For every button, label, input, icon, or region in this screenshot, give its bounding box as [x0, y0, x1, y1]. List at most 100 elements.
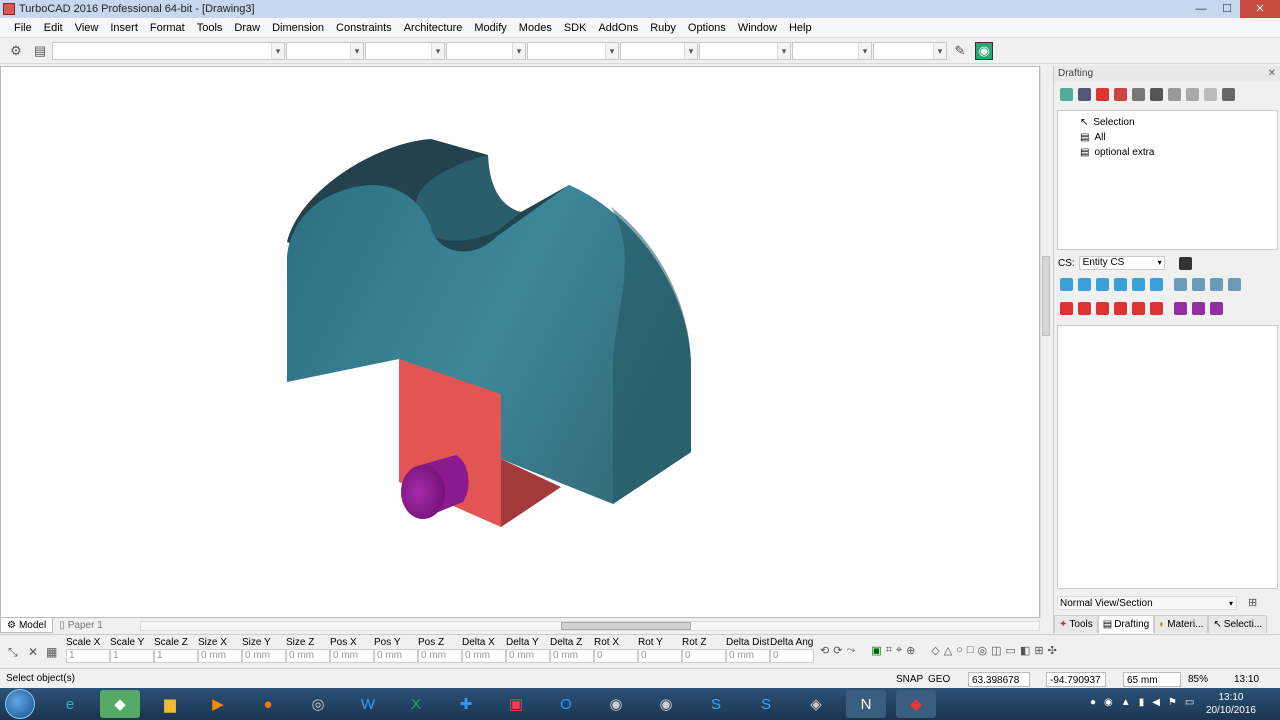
menu-dimension[interactable]: Dimension — [266, 18, 330, 38]
flag-icon[interactable]: ⚑ — [1168, 697, 1177, 708]
app-icon-5[interactable]: N — [846, 690, 886, 718]
tab-paper-1[interactable]: ▯ Paper 1 — [53, 618, 109, 633]
camera-icon[interactable] — [1178, 256, 1192, 270]
inspector-field-input[interactable]: 0 mm — [242, 649, 286, 663]
inspector-field-input[interactable]: 1 — [110, 649, 154, 663]
menu-draw[interactable]: Draw — [228, 18, 266, 38]
snap-icon-5[interactable]: ◇ — [931, 644, 939, 657]
firefox-icon[interactable]: ● — [248, 690, 288, 718]
tool-icon-c[interactable] — [1204, 88, 1217, 101]
taskbar-clock[interactable]: 13:10 20/10/2016 — [1206, 691, 1256, 717]
turbo-pdf-icon[interactable]: ▣ — [496, 690, 536, 718]
snap-icon-13[interactable]: ⊞ — [1034, 644, 1043, 657]
view-icon-8[interactable] — [1192, 278, 1205, 291]
view-icon-5[interactable] — [1132, 278, 1145, 291]
word-icon[interactable]: W — [348, 690, 388, 718]
view-icon-10[interactable] — [1228, 278, 1241, 291]
inspector-field-input[interactable]: 0 mm — [550, 649, 594, 663]
tab-drafting[interactable]: ▤ Drafting — [1097, 615, 1155, 633]
layer-combo[interactable] — [52, 42, 285, 60]
snap-icon-10[interactable]: ◫ — [991, 644, 1001, 657]
inspector-field-input[interactable]: 0 mm — [198, 649, 242, 663]
menu-help[interactable]: Help — [783, 18, 818, 38]
media-player-icon[interactable]: ▶ — [198, 690, 238, 718]
menu-modes[interactable]: Modes — [513, 18, 558, 38]
inspector-field-input[interactable]: 0 — [638, 649, 682, 663]
plus-icon[interactable] — [1132, 88, 1145, 101]
view-icon-7[interactable] — [1174, 278, 1187, 291]
view-icon-2[interactable] — [1078, 278, 1091, 291]
move-icon[interactable] — [1150, 88, 1163, 101]
inspector-field-input[interactable]: 0 mm — [374, 649, 418, 663]
snap-icon-9[interactable]: ◎ — [978, 644, 988, 657]
inspector-field-input[interactable]: 1 — [66, 649, 110, 663]
snap-icon-6[interactable]: △ — [944, 644, 952, 657]
section-icon-9[interactable] — [1210, 302, 1223, 315]
maximize-button[interactable]: ☐ — [1214, 0, 1240, 18]
section-icon-5[interactable] — [1132, 302, 1145, 315]
tray-icon-3[interactable]: ▲ — [1121, 697, 1131, 708]
tool-icon-b[interactable] — [1186, 88, 1199, 101]
section-icon-6[interactable] — [1150, 302, 1163, 315]
snap-icon-4[interactable]: ⊕ — [906, 644, 915, 657]
section-icon-8[interactable] — [1192, 302, 1205, 315]
close-button[interactable]: ✕ — [1240, 0, 1280, 18]
pen-style-combo[interactable] — [365, 42, 445, 60]
snap-icon-11[interactable]: ▭ — [1006, 644, 1016, 657]
drawing-canvas[interactable] — [0, 66, 1040, 618]
inspector-field-input[interactable]: 0 mm — [286, 649, 330, 663]
inspector-field-input[interactable]: 0 mm — [330, 649, 374, 663]
menu-file[interactable]: File — [8, 18, 38, 38]
app-icon-2[interactable]: ◎ — [298, 690, 338, 718]
turbocad-2016-icon-1[interactable]: ◉ — [596, 690, 636, 718]
settings-icon[interactable]: ⚙ — [7, 42, 25, 60]
delete-icon[interactable] — [1096, 88, 1109, 101]
color-combo[interactable] — [286, 42, 364, 60]
vertical-scrollbar[interactable] — [1040, 66, 1050, 618]
vertical-scroll-thumb[interactable] — [1042, 256, 1050, 336]
skype-icon-1[interactable]: S — [696, 690, 736, 718]
tab-materials[interactable]: ◐ Materi... — [1154, 615, 1209, 633]
inspector-field-input[interactable]: 0 mm — [726, 649, 770, 663]
palette-close-icon[interactable]: ✕ — [1268, 68, 1276, 79]
edit-icon[interactable] — [1078, 88, 1091, 101]
scale-combo[interactable] — [699, 42, 791, 60]
snap-icon-8[interactable]: □ — [967, 644, 974, 657]
elevation-combo[interactable] — [873, 42, 947, 60]
section-icon-3[interactable] — [1096, 302, 1109, 315]
tool-icon-1[interactable]: ⟲ — [820, 644, 829, 657]
section-icon-7[interactable] — [1174, 302, 1187, 315]
tree-item-selection[interactable]: ↖ Selection — [1062, 115, 1273, 130]
menu-tools[interactable]: Tools — [191, 18, 229, 38]
menu-addons[interactable]: AddOns — [592, 18, 644, 38]
delete-icon[interactable]: ✕ — [28, 645, 38, 659]
cs-select[interactable]: Entity CS ▾ — [1078, 256, 1165, 270]
menu-insert[interactable]: Insert — [104, 18, 144, 38]
menu-format[interactable]: Format — [144, 18, 191, 38]
view-icon-1[interactable] — [1060, 278, 1073, 291]
inspector-field-input[interactable]: 0 mm — [506, 649, 550, 663]
geo-toggle[interactable]: GEO — [928, 672, 950, 687]
app-icon-4[interactable]: ◈ — [796, 690, 836, 718]
menu-modify[interactable]: Modify — [468, 18, 512, 38]
snap-icon-1[interactable]: ▣ — [871, 644, 881, 657]
section-icon-1[interactable] — [1060, 302, 1073, 315]
view-icon-9[interactable] — [1210, 278, 1223, 291]
menu-sdk[interactable]: SDK — [558, 18, 593, 38]
battery-icon[interactable]: ▭ — [1185, 697, 1194, 708]
menu-window[interactable]: Window — [732, 18, 783, 38]
app-icon-3[interactable]: ✚ — [446, 690, 486, 718]
snap-icon-12[interactable]: ◧ — [1020, 644, 1030, 657]
tab-selection[interactable]: ↖ Selecti... — [1208, 615, 1268, 633]
skype-icon-2[interactable]: S — [746, 690, 786, 718]
inspector-field-input[interactable]: 1 — [154, 649, 198, 663]
add-icon[interactable] — [1060, 88, 1073, 101]
tree-item-optional-extra[interactable]: ▤ optional extra — [1062, 145, 1273, 160]
properties-icon[interactable]: ▤ — [31, 42, 49, 60]
inspector-field-input[interactable]: 0 mm — [462, 649, 506, 663]
ie-icon[interactable]: e — [50, 690, 90, 718]
start-button[interactable] — [5, 689, 35, 719]
turbocad-active-icon[interactable]: ◆ — [896, 690, 936, 718]
tool-icon-d[interactable] — [1222, 88, 1235, 101]
tray-icon-2[interactable]: ◉ — [1104, 697, 1113, 708]
